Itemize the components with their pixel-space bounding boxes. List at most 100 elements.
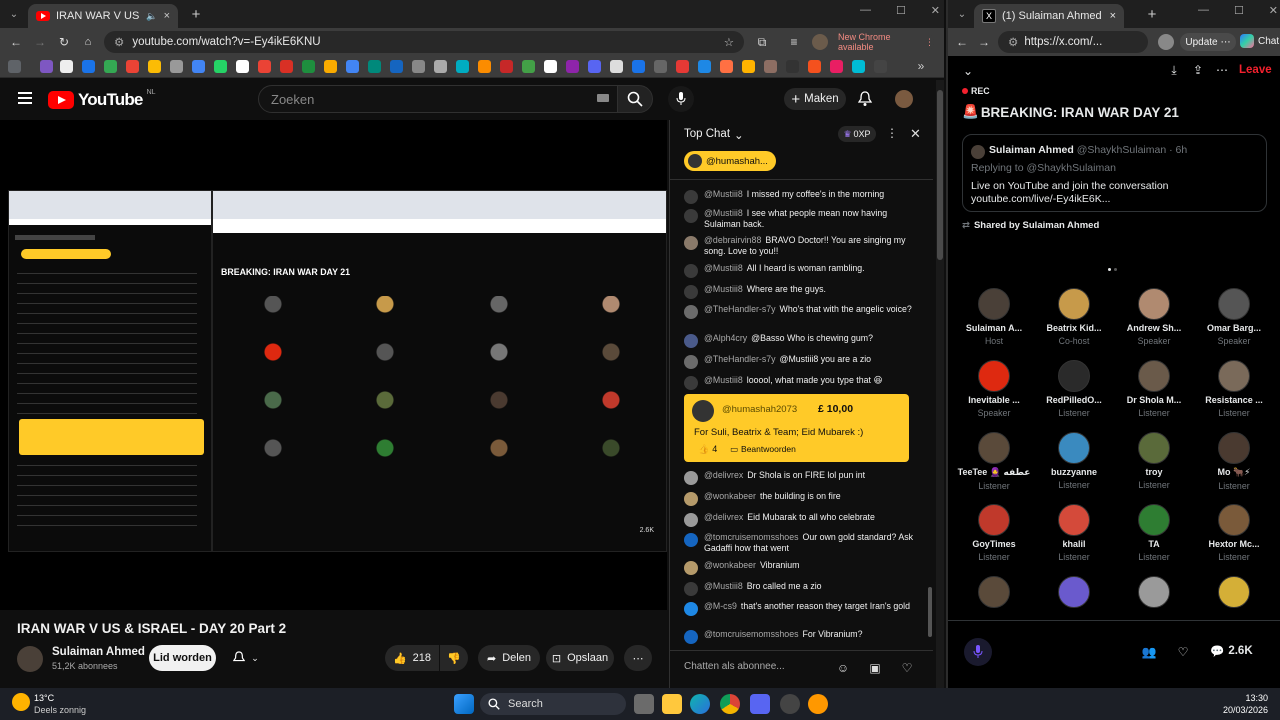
- bookmark-icon[interactable]: [676, 60, 689, 73]
- media-icon[interactable]: ≡: [786, 34, 802, 50]
- update-badge[interactable]: New Chrome available ⋮: [838, 32, 934, 52]
- copilot-chat-button[interactable]: Chat: [1240, 34, 1279, 48]
- participant[interactable]: Beatrix Kid... Co-host: [1034, 288, 1114, 346]
- notifications-button[interactable]: [856, 90, 874, 108]
- clock-date[interactable]: 20/03/2026: [1220, 705, 1268, 715]
- participant[interactable]: [1114, 576, 1194, 608]
- voice-search-button[interactable]: [668, 86, 694, 112]
- participant[interactable]: Andrew Sh... Speaker: [1114, 288, 1194, 346]
- donation-like-button[interactable]: 👍 4: [698, 444, 717, 455]
- account-avatar[interactable]: [895, 90, 913, 108]
- youtube-logo[interactable]: YouTube NL: [48, 89, 156, 110]
- bookmark-icon[interactable]: [786, 60, 799, 73]
- bookmark-icon[interactable]: [258, 60, 271, 73]
- forward-icon[interactable]: →: [32, 34, 48, 50]
- create-button[interactable]: + Maken: [784, 88, 846, 110]
- bookmark-icon[interactable]: [852, 60, 865, 73]
- bookmark-icon[interactable]: [412, 60, 425, 73]
- tab-search-icon[interactable]: ⌄: [6, 6, 22, 22]
- bookmark-icon[interactable]: [698, 60, 711, 73]
- participant[interactable]: RedPilledO... Listener: [1034, 360, 1114, 418]
- participant[interactable]: Omar Barg... Speaker: [1194, 288, 1274, 346]
- bookmark-icon[interactable]: [302, 60, 315, 73]
- bookmark-icon[interactable]: [104, 60, 117, 73]
- people-icon[interactable]: 👥: [1140, 644, 1158, 660]
- minimize-icon[interactable]: —: [860, 4, 871, 22]
- chrome-icon[interactable]: [720, 694, 740, 714]
- participant[interactable]: Resistance ... Listener: [1194, 360, 1274, 418]
- tab-close-icon[interactable]: ×: [1110, 10, 1116, 22]
- profile-avatar[interactable]: [812, 34, 828, 50]
- mute-icon[interactable]: 🔈: [146, 11, 157, 22]
- edge-icon[interactable]: [690, 694, 710, 714]
- pinned-donor-chip[interactable]: @humashah...: [684, 151, 776, 171]
- participant[interactable]: Inevitable ... Speaker: [954, 360, 1034, 418]
- channel-name[interactable]: Sulaiman Ahmed: [52, 646, 145, 658]
- app-icon[interactable]: [808, 694, 828, 714]
- maximize-icon[interactable]: ☐: [1234, 4, 1244, 22]
- chat-more-icon[interactable]: ⋮: [886, 126, 898, 140]
- participant[interactable]: GoyTimes Listener: [954, 504, 1034, 562]
- bookmark-icon[interactable]: [236, 60, 249, 73]
- participant[interactable]: Mo 🐂⚡ Listener: [1194, 432, 1274, 491]
- start-icon[interactable]: [454, 694, 474, 714]
- super-chat-card[interactable]: @humashah2073 £ 10,00 For Suli, Beatrix …: [684, 394, 909, 462]
- more-actions-button[interactable]: ⋯: [624, 645, 652, 671]
- forward-icon[interactable]: →: [976, 34, 992, 50]
- chat-close-icon[interactable]: ✕: [910, 126, 921, 142]
- update-button[interactable]: Update ⋯: [1180, 33, 1236, 51]
- address-bar[interactable]: ⚙ youtube.com/watch?v=-Ey4ikE6KNU ☆: [104, 31, 744, 53]
- bookmark-icon[interactable]: [126, 60, 139, 73]
- new-tab-icon[interactable]: +: [188, 6, 204, 23]
- weather-sun-icon[interactable]: [12, 693, 30, 711]
- bookmark-icon[interactable]: [610, 60, 623, 73]
- chat-input[interactable]: Chatten als abonnee...: [684, 661, 834, 672]
- minimize-space-icon[interactable]: ⤓: [1166, 62, 1182, 78]
- app-icon[interactable]: [780, 694, 800, 714]
- close-window-icon[interactable]: ✕: [1269, 4, 1278, 22]
- participant[interactable]: TA Listener: [1114, 504, 1194, 562]
- tab-x[interactable]: X (1) Sulaiman Ahmed (@ShaykhSul ×: [974, 4, 1124, 28]
- reactions-icon[interactable]: ♡: [1174, 644, 1192, 660]
- more-icon[interactable]: ⋯: [1214, 62, 1230, 78]
- apps-icon[interactable]: [8, 60, 21, 73]
- channel-avatar[interactable]: [17, 646, 43, 672]
- shared-post-card[interactable]: Sulaiman Ahmed @ShaykhSulaiman · 6h Repl…: [962, 134, 1267, 212]
- menu-icon[interactable]: [18, 92, 32, 104]
- bookmark-icon[interactable]: [544, 60, 557, 73]
- share-button[interactable]: ➦ Delen: [478, 645, 540, 671]
- bookmark-icon[interactable]: [170, 60, 183, 73]
- bookmark-icon[interactable]: [280, 60, 293, 73]
- tab-youtube[interactable]: IRAN WAR V US & ISRAEL 🔈 ×: [28, 4, 178, 28]
- notify-button[interactable]: ⌄: [224, 645, 268, 671]
- bookmark-icon[interactable]: [588, 60, 601, 73]
- bookmark-icon[interactable]: [192, 60, 205, 73]
- discord-icon[interactable]: [750, 694, 770, 714]
- more-bookmarks-icon[interactable]: »: [914, 59, 928, 73]
- file-explorer-icon[interactable]: [662, 694, 682, 714]
- heart-icon[interactable]: ♡: [898, 659, 916, 677]
- search-button[interactable]: [617, 85, 653, 113]
- bookmark-icon[interactable]: [368, 60, 381, 73]
- close-window-icon[interactable]: ✕: [931, 4, 940, 22]
- microphone-button[interactable]: [964, 638, 992, 666]
- bookmark-icon[interactable]: [82, 60, 95, 73]
- clock-time[interactable]: 13:30: [1220, 693, 1268, 703]
- participant[interactable]: Dr Shola M... Listener: [1114, 360, 1194, 418]
- participant[interactable]: buzzyanne Listener: [1034, 432, 1114, 490]
- participant[interactable]: TeeTee 🧕 عطفه Listener: [954, 432, 1034, 491]
- bookmark-icon[interactable]: [478, 60, 491, 73]
- bookmark-icon[interactable]: [632, 60, 645, 73]
- bookmark-icon[interactable]: [214, 60, 227, 73]
- collapse-chevron-icon[interactable]: ⌄: [960, 64, 976, 78]
- participant[interactable]: [954, 576, 1034, 608]
- comments-button[interactable]: 💬 2.6K: [1210, 644, 1253, 658]
- bookmark-icon[interactable]: [654, 60, 667, 73]
- bookmark-icon[interactable]: [808, 60, 821, 73]
- extensions-icon[interactable]: ⧉: [754, 34, 770, 50]
- participant[interactable]: [1034, 576, 1114, 608]
- tab-search-icon[interactable]: ⌄: [954, 6, 970, 22]
- keyboard-icon[interactable]: [597, 94, 609, 102]
- chat-mode-dropdown[interactable]: Top Chat ⌄: [684, 128, 744, 142]
- reply-button[interactable]: ▭ Beantwoorden: [730, 444, 796, 455]
